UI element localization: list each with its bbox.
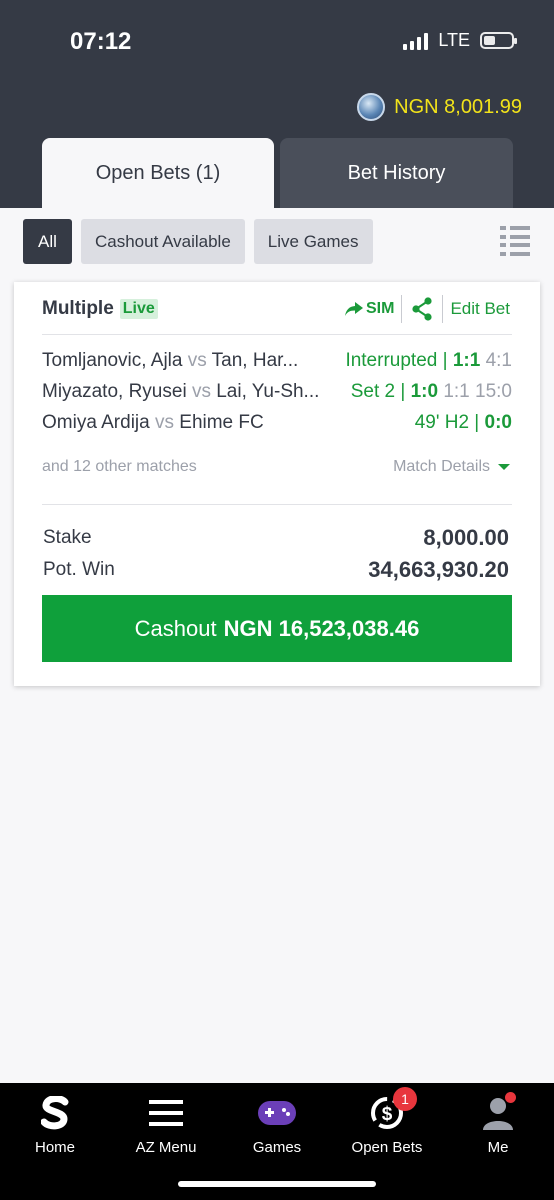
filter-bar: All Cashout Available Live Games xyxy=(23,219,373,264)
stake-value: 8,000.00 xyxy=(423,525,509,550)
sim-label: SIM xyxy=(366,300,395,317)
share-icon xyxy=(412,297,433,321)
pot-win-label: Pot. Win xyxy=(43,559,115,580)
nav-open-bets-label: Open Bets xyxy=(351,1139,423,1156)
status-time: 07:12 xyxy=(70,28,132,55)
header: 07:12 LTE NGN 8,001.99 Open Bets (1) Bet… xyxy=(0,0,554,208)
other-matches-text: and 12 other matches xyxy=(42,458,197,475)
match-details-label: Match Details xyxy=(393,458,490,475)
bet-card: Multiple Live SIM Edit Bet Tomljanovic, … xyxy=(14,282,540,686)
live-badge: Live xyxy=(119,299,158,319)
match-score: Interrupted | 1:1 4:1 xyxy=(345,350,512,371)
cashout-label: Cashout xyxy=(134,615,217,641)
wallet-icon xyxy=(357,93,386,121)
sportybet-logo-icon xyxy=(33,1091,77,1135)
hamburger-menu-icon xyxy=(144,1091,188,1135)
divider xyxy=(42,504,512,505)
bet-type: Multiple xyxy=(42,298,114,319)
nav-me-label: Me xyxy=(487,1139,509,1156)
list-view-icon[interactable] xyxy=(500,226,530,256)
nav-games[interactable]: Games xyxy=(227,1091,327,1156)
match-teams: Tomljanovic, Ajla vs Tan, Har... xyxy=(42,350,299,371)
gamepad-icon xyxy=(255,1091,299,1135)
nav-games-label: Games xyxy=(252,1139,302,1156)
filter-live-games[interactable]: Live Games xyxy=(253,219,373,264)
match-teams: Omiya Ardija vs Ehime FC xyxy=(42,412,264,433)
match-row: Omiya Ardija vs Ehime FC 49' H2 | 0:0 xyxy=(42,411,512,435)
status-indicators: LTE xyxy=(403,30,517,51)
account-balance[interactable]: NGN 8,001.99 xyxy=(357,93,522,121)
share-button[interactable] xyxy=(402,297,442,321)
nav-home-label: Home xyxy=(34,1139,75,1156)
nav-az-menu-label: AZ Menu xyxy=(135,1139,197,1156)
match-row: Tomljanovic, Ajla vs Tan, Har... Interru… xyxy=(42,349,512,373)
match-score: 49' H2 | 0:0 xyxy=(414,412,512,433)
cashout-button[interactable]: Cashout NGN 16,523,038.46 xyxy=(42,595,512,662)
cashout-dollar-icon: $ 1 xyxy=(365,1087,417,1135)
pot-win-value: 34,663,930.20 xyxy=(368,557,509,582)
nav-home[interactable]: Home xyxy=(5,1091,105,1156)
svg-text:$: $ xyxy=(382,1104,393,1125)
nav-open-bets[interactable]: $ 1 Open Bets xyxy=(337,1087,437,1156)
signal-icon xyxy=(403,32,429,50)
bet-actions: SIM Edit Bet xyxy=(345,294,510,324)
home-indicator xyxy=(178,1181,376,1187)
filter-cashout-available[interactable]: Cashout Available xyxy=(81,219,245,264)
nav-me[interactable]: Me xyxy=(448,1091,548,1156)
balance-amount: NGN 8,001.99 xyxy=(394,95,522,118)
nav-az-menu[interactable]: AZ Menu xyxy=(116,1091,216,1156)
tab-bet-history[interactable]: Bet History xyxy=(280,138,513,208)
match-row: Miyazato, Ryusei vs Lai, Yu-Sh... Set 2 … xyxy=(42,380,512,404)
bet-title: Multiple Live xyxy=(42,298,158,320)
pot-win-row: Pot. Win 34,663,930.20 xyxy=(43,557,509,583)
cashout-amount: NGN 16,523,038.46 xyxy=(223,615,420,641)
match-teams: Miyazato, Ryusei vs Lai, Yu-Sh... xyxy=(42,381,320,402)
open-bets-badge: 1 xyxy=(393,1087,417,1111)
sim-button[interactable]: SIM xyxy=(345,300,401,318)
chevron-down-icon xyxy=(498,464,510,470)
match-score: Set 2 | 1:0 1:1 15:0 xyxy=(350,381,512,402)
battery-icon xyxy=(480,32,517,49)
tab-open-bets[interactable]: Open Bets (1) xyxy=(42,138,274,208)
stake-row: Stake 8,000.00 xyxy=(43,525,509,551)
network-type: LTE xyxy=(438,30,470,50)
match-details-toggle[interactable]: Match Details xyxy=(393,458,510,476)
divider xyxy=(42,334,512,335)
user-icon xyxy=(476,1091,520,1135)
edit-bet-button[interactable]: Edit Bet xyxy=(443,299,510,319)
stake-label: Stake xyxy=(43,527,92,548)
filter-all[interactable]: All xyxy=(23,219,72,264)
notification-dot xyxy=(505,1092,516,1103)
forward-arrow-icon xyxy=(345,302,363,316)
